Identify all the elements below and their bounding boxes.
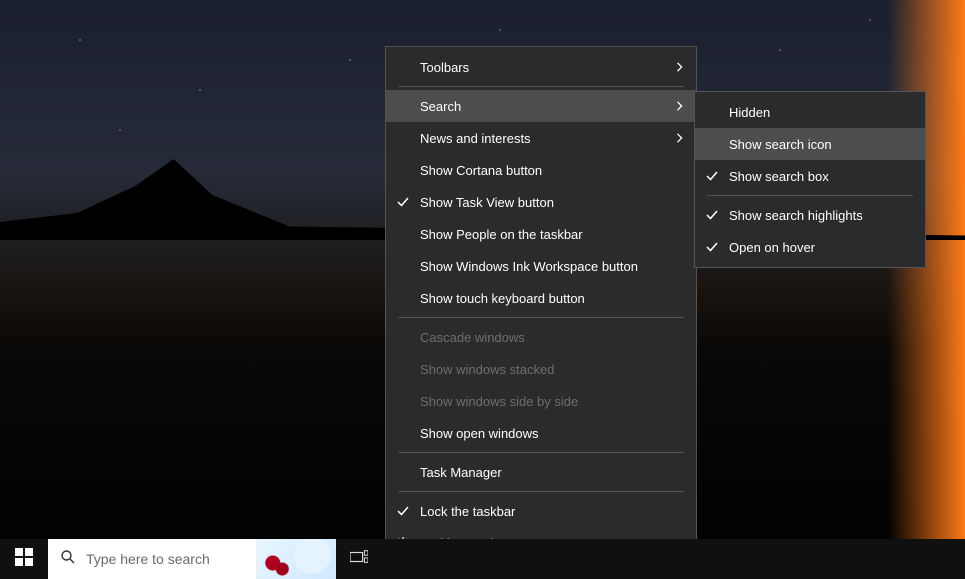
chevron-right-icon <box>676 101 684 111</box>
task-view-icon <box>350 550 368 569</box>
submenu-item-show-search-box[interactable]: Show search box <box>695 160 925 192</box>
search-icon <box>60 549 76 570</box>
menu-item-label: Show windows stacked <box>420 362 554 377</box>
checkmark-icon <box>396 195 410 209</box>
submenu-item-show-search-highlights[interactable]: Show search highlights <box>695 199 925 231</box>
submenu-item-hidden[interactable]: Hidden <box>695 96 925 128</box>
menu-item-label: Open on hover <box>729 240 815 255</box>
menu-item-label: Hidden <box>729 105 770 120</box>
menu-item-news-and-interests[interactable]: News and interests <box>386 122 696 154</box>
menu-item-label: Show touch keyboard button <box>420 291 585 306</box>
menu-item-show-open-windows[interactable]: Show open windows <box>386 417 696 449</box>
submenu-item-open-on-hover[interactable]: Open on hover <box>695 231 925 263</box>
taskbar-search-box[interactable]: Type here to search <box>48 539 336 579</box>
menu-item-label: Task Manager <box>420 465 502 480</box>
menu-item-show-task-view-button[interactable]: Show Task View button <box>386 186 696 218</box>
search-submenu: Hidden Show search icon Show search box … <box>694 91 926 268</box>
menu-item-label: Show search box <box>729 169 829 184</box>
submenu-item-show-search-icon[interactable]: Show search icon <box>695 128 925 160</box>
windows-logo-icon <box>15 548 33 571</box>
menu-item-cascade-windows: Cascade windows <box>386 321 696 353</box>
task-view-button[interactable] <box>336 539 382 579</box>
menu-item-lock-taskbar[interactable]: Lock the taskbar <box>386 495 696 527</box>
menu-separator <box>398 452 684 453</box>
menu-item-show-ink-workspace[interactable]: Show Windows Ink Workspace button <box>386 250 696 282</box>
checkmark-icon <box>396 504 410 518</box>
menu-separator <box>398 317 684 318</box>
taskbar: Type here to search <box>0 539 965 579</box>
start-button[interactable] <box>0 539 48 579</box>
menu-item-show-windows-stacked: Show windows stacked <box>386 353 696 385</box>
checkmark-icon <box>705 240 719 254</box>
menu-item-label: Show People on the taskbar <box>420 227 583 242</box>
menu-separator <box>398 491 684 492</box>
menu-item-search[interactable]: Search <box>386 90 696 122</box>
menu-item-show-windows-side-by-side: Show windows side by side <box>386 385 696 417</box>
menu-item-label: Show open windows <box>420 426 539 441</box>
menu-item-label: Show search highlights <box>729 208 863 223</box>
menu-item-label: Search <box>420 99 461 114</box>
menu-item-label: Cascade windows <box>420 330 525 345</box>
menu-item-label: Show Task View button <box>420 195 554 210</box>
checkmark-icon <box>705 208 719 222</box>
taskbar-context-menu: Toolbars Search News and interests Show … <box>385 46 697 564</box>
search-placeholder: Type here to search <box>86 551 210 567</box>
menu-item-show-people[interactable]: Show People on the taskbar <box>386 218 696 250</box>
menu-item-toolbars[interactable]: Toolbars <box>386 51 696 83</box>
menu-item-label: Show Windows Ink Workspace button <box>420 259 638 274</box>
menu-item-task-manager[interactable]: Task Manager <box>386 456 696 488</box>
menu-item-label: Show Cortana button <box>420 163 542 178</box>
chevron-right-icon <box>676 133 684 143</box>
chevron-right-icon <box>676 62 684 72</box>
checkmark-icon <box>705 169 719 183</box>
menu-item-label: Show search icon <box>729 137 832 152</box>
menu-separator <box>707 195 913 196</box>
menu-item-label: News and interests <box>420 131 531 146</box>
menu-item-label: Show windows side by side <box>420 394 578 409</box>
menu-item-show-cortana-button[interactable]: Show Cortana button <box>386 154 696 186</box>
menu-item-show-touch-keyboard[interactable]: Show touch keyboard button <box>386 282 696 314</box>
menu-separator <box>398 86 684 87</box>
search-highlights-art[interactable] <box>256 539 336 579</box>
menu-item-label: Lock the taskbar <box>420 504 515 519</box>
menu-item-label: Toolbars <box>420 60 469 75</box>
